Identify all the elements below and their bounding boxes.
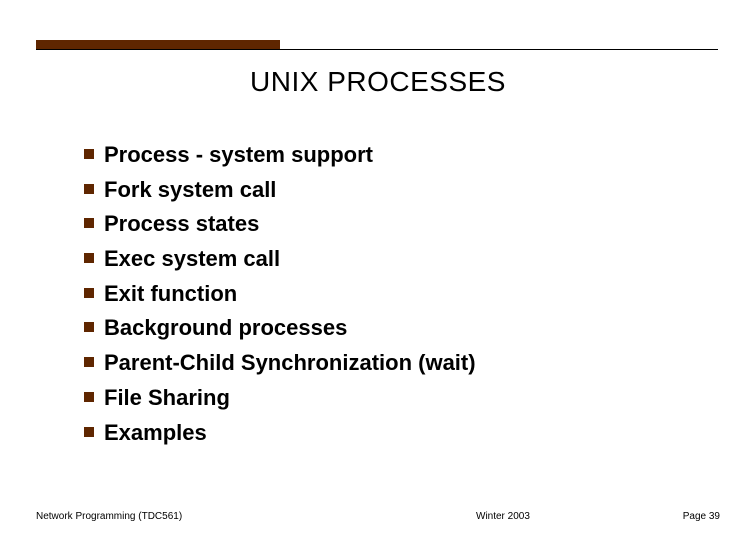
- list-item-text: Process states: [104, 209, 259, 239]
- list-item: Examples: [84, 418, 664, 448]
- footer-right: Page 39: [683, 511, 720, 522]
- bullet-icon: [84, 322, 94, 332]
- slide-title: UNIX PROCESSES: [0, 66, 756, 98]
- list-item: Exit function: [84, 279, 664, 309]
- bullet-icon: [84, 288, 94, 298]
- footer-left: Network Programming (TDC561): [36, 511, 182, 522]
- list-item-text: Exit function: [104, 279, 237, 309]
- divider-line: [36, 49, 718, 50]
- list-item-text: Background processes: [104, 313, 347, 343]
- bullet-icon: [84, 184, 94, 194]
- list-item: Process - system support: [84, 140, 664, 170]
- bullet-icon: [84, 149, 94, 159]
- bullet-list: Process - system support Fork system cal…: [84, 140, 664, 452]
- list-item: Fork system call: [84, 175, 664, 205]
- list-item: File Sharing: [84, 383, 664, 413]
- list-item: Background processes: [84, 313, 664, 343]
- list-item-text: Fork system call: [104, 175, 276, 205]
- list-item: Parent-Child Synchronization (wait): [84, 348, 664, 378]
- slide-footer: Network Programming (TDC561) Winter 2003…: [36, 511, 720, 522]
- bullet-icon: [84, 253, 94, 263]
- list-item-text: Exec system call: [104, 244, 280, 274]
- list-item-text: Examples: [104, 418, 207, 448]
- footer-center: Winter 2003: [476, 511, 530, 522]
- bullet-icon: [84, 427, 94, 437]
- bullet-icon: [84, 218, 94, 228]
- bullet-icon: [84, 392, 94, 402]
- list-item-text: Parent-Child Synchronization (wait): [104, 348, 476, 378]
- bullet-icon: [84, 357, 94, 367]
- list-item-text: Process - system support: [104, 140, 373, 170]
- list-item: Process states: [84, 209, 664, 239]
- list-item: Exec system call: [84, 244, 664, 274]
- list-item-text: File Sharing: [104, 383, 230, 413]
